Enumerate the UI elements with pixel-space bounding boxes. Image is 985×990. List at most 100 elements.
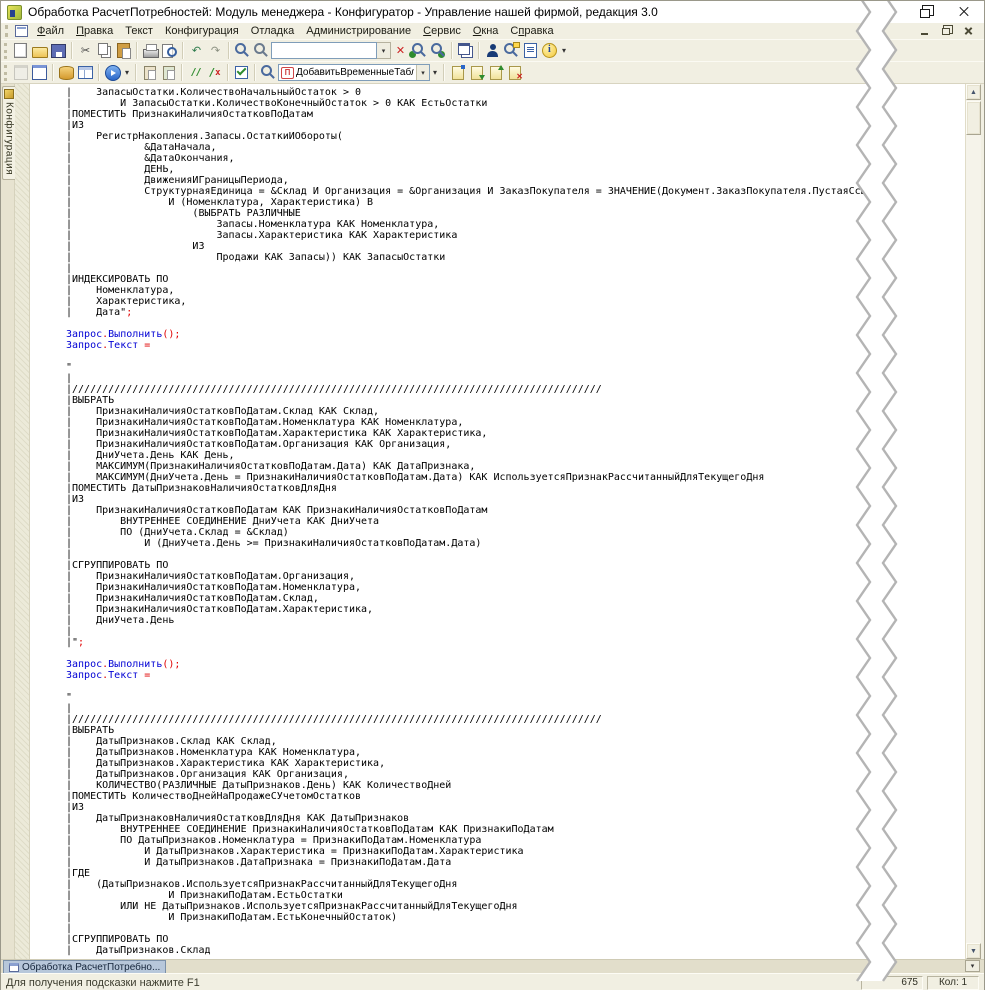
toolbar-separator xyxy=(254,64,256,81)
code-line: | ПризнакиНаличияОстатковПоДатам.Номенкл… xyxy=(66,417,965,428)
clear-search-icon[interactable]: ✕ xyxy=(391,41,410,60)
new-document-icon[interactable] xyxy=(11,41,30,60)
toolbar-overflow-icon[interactable]: ▾ xyxy=(430,63,440,82)
code-line: |ИЗ xyxy=(66,120,965,131)
menu-item-3[interactable]: Текст xyxy=(119,24,159,38)
code-line: |СГРУППИРОВАТЬ ПО xyxy=(66,560,965,571)
form-window-icon[interactable] xyxy=(30,63,49,82)
code-line: | И (ДниУчета.День >= ПризнакиНаличияОст… xyxy=(66,538,965,549)
toolbar-standard: ✂↶↷▾✕▾ xyxy=(1,39,984,61)
code-line: | ПО (ДниУчета.Склад = &Склад) xyxy=(66,527,965,538)
code-line: " xyxy=(66,362,965,373)
format-block2-icon[interactable] xyxy=(159,63,178,82)
toolbar-separator xyxy=(182,42,184,59)
sidebar-tab-configuration[interactable]: Конфигурация xyxy=(2,86,15,180)
print-icon[interactable] xyxy=(141,41,160,60)
open-icon[interactable] xyxy=(30,41,49,60)
search-dropdown-icon[interactable]: ▾ xyxy=(377,42,391,59)
toolbar-grip[interactable] xyxy=(4,43,7,59)
menu-item-7[interactable]: Сервис xyxy=(417,24,467,38)
code-line: | ВНУТРЕННЕЕ СОЕДИНЕНИЕ ДниУчета КАК Дни… xyxy=(66,516,965,527)
toolbar-grip[interactable] xyxy=(4,65,7,81)
save-icon[interactable] xyxy=(49,41,68,60)
mdi-minimize-button[interactable] xyxy=(917,24,932,37)
code-line: | ДатыПризнаков.Склад xyxy=(66,945,965,956)
bookmark-next-icon[interactable] xyxy=(467,63,486,82)
toolbar-separator xyxy=(478,42,480,59)
menu-item-6[interactable]: Администрирование xyxy=(300,24,417,38)
code-line: |ВЫБРАТЬ xyxy=(66,725,965,736)
start-debug-icon[interactable] xyxy=(103,63,122,82)
print-preview-icon[interactable] xyxy=(160,41,179,60)
scroll-down-button[interactable]: ▼ xyxy=(966,943,981,959)
code-line: | КОЛИЧЕСТВО(РАЗЛИЧНЫЕ ДатыПризнаков.Ден… xyxy=(66,780,965,791)
menu-item-1[interactable]: Файл xyxy=(31,24,70,38)
search-input[interactable] xyxy=(271,42,377,59)
menu-bar: ФайлПравкаТекстКонфигурацияОтладкаАдмини… xyxy=(1,23,984,39)
info-icon[interactable] xyxy=(540,41,559,60)
code-line: |ВЫБРАТЬ xyxy=(66,395,965,406)
menu-item-4[interactable]: Конфигурация xyxy=(159,24,245,38)
scrollbar-track[interactable] xyxy=(966,135,981,943)
help-contents-icon[interactable] xyxy=(521,41,540,60)
bookmark-previous-icon[interactable] xyxy=(486,63,505,82)
configurator-window: { "colors":{"accent_red":"#e00000","acce… xyxy=(0,0,985,990)
toolbar-overflow-icon[interactable]: ▾ xyxy=(559,41,569,60)
procedure-combo[interactable]: ПДобавитьВременныеТаблицыГ▾ xyxy=(278,64,430,81)
syntax-help-icon[interactable] xyxy=(502,41,521,60)
add-comment-icon[interactable]: // xyxy=(186,63,205,82)
paste-icon[interactable] xyxy=(114,41,133,60)
find-previous-icon[interactable] xyxy=(429,41,448,60)
bookmark-clear-icon[interactable] xyxy=(505,63,524,82)
bookmark-toggle-icon[interactable] xyxy=(448,63,467,82)
table-icon[interactable] xyxy=(76,63,95,82)
module-window-icon[interactable] xyxy=(15,25,28,37)
code-line: | ИЛИ НЕ ДатыПризнаков.ИспользуетсяПризн… xyxy=(66,901,965,912)
restore-button[interactable] xyxy=(916,3,936,20)
syntax-control-icon[interactable] xyxy=(232,63,251,82)
minimize-button[interactable] xyxy=(878,3,898,20)
procedure-icon: П xyxy=(281,67,294,79)
mdi-close-button[interactable] xyxy=(961,24,976,37)
debug-dropdown-icon[interactable]: ▾ xyxy=(122,63,132,82)
find-icon[interactable] xyxy=(233,41,252,60)
code-line: | И ЗапасыОстатки.КоличествоКонечныйОста… xyxy=(66,98,965,109)
code-line: | ЗапасыОстатки.КоличествоНачальныйОстат… xyxy=(66,87,965,98)
goto-definition-icon[interactable] xyxy=(259,63,278,82)
menu-item-2[interactable]: Правка xyxy=(70,24,119,38)
procedure-combo-dropdown-icon[interactable]: ▾ xyxy=(416,65,429,80)
menu-item-8[interactable]: Окна xyxy=(467,24,505,38)
copy-icon[interactable] xyxy=(95,41,114,60)
cut-icon[interactable]: ✂ xyxy=(76,41,95,60)
mdi-restore-button[interactable] xyxy=(939,24,954,37)
find-next-icon[interactable] xyxy=(410,41,429,60)
database-icon[interactable] xyxy=(57,63,76,82)
menu-items: ФайлПравкаТекстКонфигурацияОтладкаАдмини… xyxy=(31,24,560,38)
code-line: | ДвиженияИГраницыПериода, xyxy=(66,175,965,186)
menubar-grip[interactable] xyxy=(5,25,8,37)
undo-icon[interactable]: ↶ xyxy=(187,41,206,60)
panel-splitter[interactable] xyxy=(15,84,30,959)
remove-comment-icon[interactable]: /x xyxy=(205,63,224,82)
toolbar-separator xyxy=(135,64,137,81)
syntax-check-icon[interactable] xyxy=(483,41,502,60)
find-in-text-icon[interactable] xyxy=(252,41,271,60)
scrollbar-thumb[interactable] xyxy=(966,101,981,135)
redo-icon[interactable]: ↷ xyxy=(206,41,225,60)
toolbar-module: ▾///xПДобавитьВременныеТаблицыГ▾▾ xyxy=(1,61,984,83)
menu-item-5[interactable]: Отладка xyxy=(245,24,300,38)
code-line: | И ДатыПризнаков.ДатаПризнака = Признак… xyxy=(66,857,965,868)
window-tab[interactable]: Обработка РасчетПотребно... xyxy=(3,960,166,973)
save-all-icon xyxy=(11,63,30,82)
window-list-dropdown[interactable]: ▾ xyxy=(965,960,980,972)
window-copy-icon[interactable] xyxy=(456,41,475,60)
menu-item-9[interactable]: Справка xyxy=(504,24,559,38)
code-line: | xyxy=(66,373,965,384)
code-line: | ДатыПризнаков.Склад КАК Склад, xyxy=(66,736,965,747)
toolbar-separator xyxy=(52,64,54,81)
code-editor[interactable]: | ЗапасыОстатки.КоличествоНачальныйОстат… xyxy=(30,84,965,959)
format-block-icon[interactable] xyxy=(140,63,159,82)
scroll-up-button[interactable]: ▲ xyxy=(966,84,981,100)
close-button[interactable] xyxy=(954,3,974,20)
configuration-icon xyxy=(4,89,14,99)
